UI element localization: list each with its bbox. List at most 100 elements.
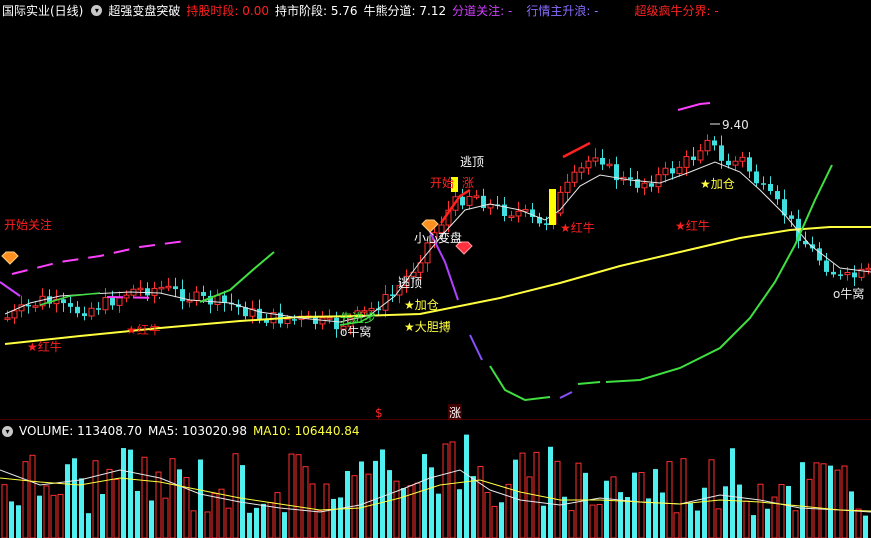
volume-bar [743,500,750,538]
volume-bar [141,456,148,538]
volume-bar [198,459,203,538]
chevron-down-icon[interactable]: ▾ [91,4,103,16]
volume-bar [484,492,491,538]
volume-bar [121,448,126,538]
volume-bar [254,507,259,538]
volume-bar [604,480,609,538]
volume-bar [393,480,400,538]
volume-bar [351,475,358,538]
volume-bar [162,497,169,538]
stock-chart-window[interactable]: { "header": { "stock_name": "国际实业(日线)", … [0,0,871,538]
volume-bar [548,446,553,538]
volume-bar [562,496,567,538]
hold-period-value: 持股时段: 0.00 [186,3,269,18]
volume-bar [442,443,449,538]
volume-bar [338,497,343,538]
volume-bar [723,486,728,538]
volume-bar [43,485,50,538]
volume-bar [519,452,526,538]
volume-bar [149,500,154,538]
volume-bar [568,510,575,538]
volume-bar [765,508,770,538]
volume-value: VOLUME: 113408.70 [19,424,142,438]
volume-bar [72,458,77,538]
volume-bar [618,492,623,538]
volume-bar [855,508,862,538]
volume-bar [204,511,211,538]
volume-bar [218,488,225,538]
volume-bar [247,512,252,538]
volume-bar [828,465,833,538]
volume-bar [407,485,414,538]
volume-bar [225,507,232,538]
volume-bar [169,458,176,538]
volume-bar [57,493,64,538]
volume-bar [778,484,785,538]
volume-bar [100,493,105,538]
volume-bar [261,503,266,538]
volume-bar [660,492,665,538]
focus-value: 分道关注: - [452,3,513,18]
volume-bar [688,503,693,538]
volume-bar [666,461,673,538]
volume-bar [65,464,70,538]
volume-bar [302,466,309,538]
volume-bar [359,461,364,538]
volume-bar [708,459,715,538]
chevron-down-icon[interactable]: ▾ [2,425,13,437]
volume-header: ▾ VOLUME: 113408.70 MA5: 103020.98 MA10:… [0,421,366,441]
volume-bar [702,487,707,538]
volume-bar [380,449,385,538]
stock-name[interactable]: 国际实业(日线) [2,2,83,19]
volume-bar [135,490,140,538]
volume-bar [92,460,99,538]
volume-bar [800,462,805,538]
volume-bar [695,510,700,538]
bull-split-value: 牛熊分道: 7.12 [363,3,447,18]
volume-bar [422,454,427,538]
volume-bar [575,462,582,538]
volume-bar [113,478,120,538]
volume-bar [863,515,868,538]
volume-bar [274,492,281,538]
volume-bar [813,462,820,538]
volume-bar [526,476,533,538]
volume-bar [29,454,36,538]
ma5-value: MA5: 103020.98 [148,424,247,438]
volume-bar [680,458,687,538]
volume-bar [190,510,197,538]
volume-bar [730,448,735,538]
volume-bar [610,476,617,538]
volume-bar [638,472,645,538]
volume-chart[interactable] [0,0,871,538]
volume-bar [477,466,484,538]
volume-bar [267,502,274,538]
volume-bar [737,484,742,538]
volume-bar [786,485,791,538]
volume-bar [86,513,91,538]
volume-bar [849,491,854,538]
volume-bar [401,488,406,538]
volume-bar [820,463,827,538]
volume-bar [589,504,596,538]
volume-bar [240,465,245,538]
volume-bar [128,449,133,538]
volume-bar [232,453,239,538]
volume-bar [471,476,476,538]
volume-bar [464,434,469,538]
indicator-name[interactable]: 超强变盘突破 [108,2,180,19]
volume-bar [22,461,29,538]
volume-bar [345,470,350,538]
volume-bar [834,469,841,538]
volume-bar [436,493,441,538]
volume-bar [387,470,392,538]
volume-bar [79,478,84,538]
volume-bar [288,453,295,538]
volume-bar [632,472,637,538]
ma10-value: MA10: 106440.84 [252,424,360,438]
volume-bar [1,484,8,538]
volume-bar [50,494,57,538]
crazy-bull-value: 超级疯牛分界: - [634,3,719,18]
volume-bar [596,504,603,538]
volume-bar [16,505,21,538]
